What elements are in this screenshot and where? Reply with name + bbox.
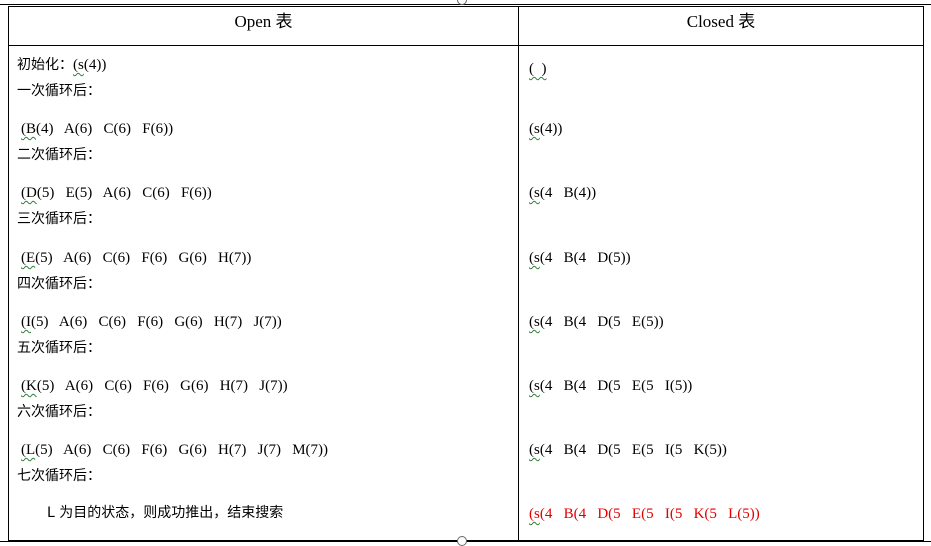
closed-row-2-rest: (4 B(4)) [539, 185, 597, 201]
open-row-10: (K(5) A(6) C(6) F(6) G(6) H(7) J(7)) [21, 377, 288, 395]
closed-row-5-wave: (s [529, 378, 540, 394]
closed-row-6-rest: (4 B(4 D(5 E(5 I(5 K(5)) [539, 442, 727, 458]
open-row-2-wave: (B [21, 121, 36, 137]
closed-row-7-rest: (4 B(4 D(5 E(5 I(5 K(5 L(5)) [539, 506, 760, 522]
final-statement: L 为目的状态，则成功推出，结束搜索 [47, 505, 284, 521]
closed-row-4: (s(4 B(4 D(5 E(5)) [529, 313, 664, 331]
open-row-3-label: 二次循环后： [17, 147, 101, 163]
open-row-7-label: 四次循环后： [17, 276, 101, 292]
open-row-2: (B(4) A(6) C(6) F(6)) [21, 120, 173, 138]
open-row-12: (L(5) A(6) C(6) F(6) G(6) H(7) J(7) M(7)… [21, 441, 328, 459]
open-row-9-label: 五次循环后： [17, 340, 101, 356]
closed-row-2: (s(4 B(4)) [529, 184, 596, 202]
open-row-4-wave: (D [21, 185, 37, 201]
closed-row-3: (s(4 B(4 D(5)) [529, 249, 631, 267]
open-column: 初始化：(s(4)) 一次循环后： (B(4) A(6) C(6) F(6)) … [8, 45, 519, 541]
open-row-11-label: 六次循环后： [17, 404, 101, 420]
closed-row-6: (s(4 B(4 D(5 E(5 I(5 K(5)) [529, 441, 727, 459]
open-row-12-rest: (5) A(6) C(6) F(6) G(6) H(7) J(7) M(7)) [35, 442, 329, 458]
open-row-4: (D(5) E(5) A(6) C(6) F(6)) [21, 184, 212, 202]
body-row: 初始化：(s(4)) 一次循环后： (B(4) A(6) C(6) F(6)) … [8, 45, 924, 541]
closed-row-6-wave: (s [529, 442, 540, 458]
closed-column: ( ) (s(4)) (s(4 B(4)) (s(4 B(4 D(5)) (s(… [518, 45, 924, 541]
open-row-1-label: 一次循环后： [17, 83, 101, 99]
open-row-6-rest: (5) A(6) C(6) F(6) G(6) H(7)) [35, 250, 252, 266]
closed-row-1-wave: (s [529, 121, 540, 137]
closed-row-1-rest: (4)) [539, 121, 563, 137]
open-row-8: (I(5) A(6) C(6) F(6) G(6) H(7) J(7)) [21, 313, 282, 331]
open-row-2-rest: (4) A(6) C(6) F(6)) [36, 121, 174, 137]
open-row-0-label: 初始化： [17, 57, 73, 73]
top-border-line [0, 4, 931, 5]
closed-row-7-wave: (s [529, 506, 540, 522]
open-row-0: 初始化：(s(4)) [17, 56, 106, 74]
closed-row-3-wave: (s [529, 250, 540, 266]
open-row-13-label: 七次循环后： [17, 468, 101, 484]
open-row-6: (E(5) A(6) C(6) F(6) G(6) H(7)) [21, 249, 251, 267]
open-table-header: Open 表 [8, 6, 519, 46]
open-row-10-wave: (K [21, 378, 37, 394]
closed-row-3-rest: (4 B(4 D(5)) [539, 250, 631, 266]
closed-row-2-wave: (s [529, 185, 540, 201]
closed-row-4-wave: (s [529, 314, 540, 330]
closed-row-5: (s(4 B(4 D(5 E(5 I(5)) [529, 377, 692, 395]
header-row: Open 表 Closed 表 [8, 6, 924, 46]
closed-row-0: ( ) [529, 60, 547, 78]
open-row-10-rest: (5) A(6) C(6) F(6) G(6) H(7) J(7)) [36, 378, 288, 394]
open-row-4-rest: (5) E(5) A(6) C(6) F(6)) [36, 185, 212, 201]
closed-row-4-rest: (4 B(4 D(5 E(5)) [539, 314, 664, 330]
closed-table-header: Closed 表 [518, 6, 924, 46]
open-row-6-wave: (E [21, 250, 36, 266]
closed-row-0-wave: ( ) [529, 61, 547, 77]
open-row-8-rest: (5) A(6) C(6) F(6) G(6) H(7) J(7)) [31, 314, 282, 330]
search-trace-table: Open 表 Closed 表 初始化：(s(4)) 一次循环后： (B(4) … [8, 6, 924, 541]
open-row-8-wave: (I [21, 314, 31, 330]
open-row-0-wave: (s [73, 57, 84, 73]
bottom-resize-handle[interactable] [457, 536, 467, 546]
open-row-5-label: 三次循环后： [17, 211, 101, 227]
closed-row-5-rest: (4 B(4 D(5 E(5 I(5)) [539, 378, 693, 394]
closed-row-7-final: (s(4 B(4 D(5 E(5 I(5 K(5 L(5)) [529, 505, 760, 523]
open-row-0-rest: (4)) [83, 57, 107, 73]
closed-row-1: (s(4)) [529, 120, 562, 138]
open-row-12-wave: (L [21, 442, 36, 458]
